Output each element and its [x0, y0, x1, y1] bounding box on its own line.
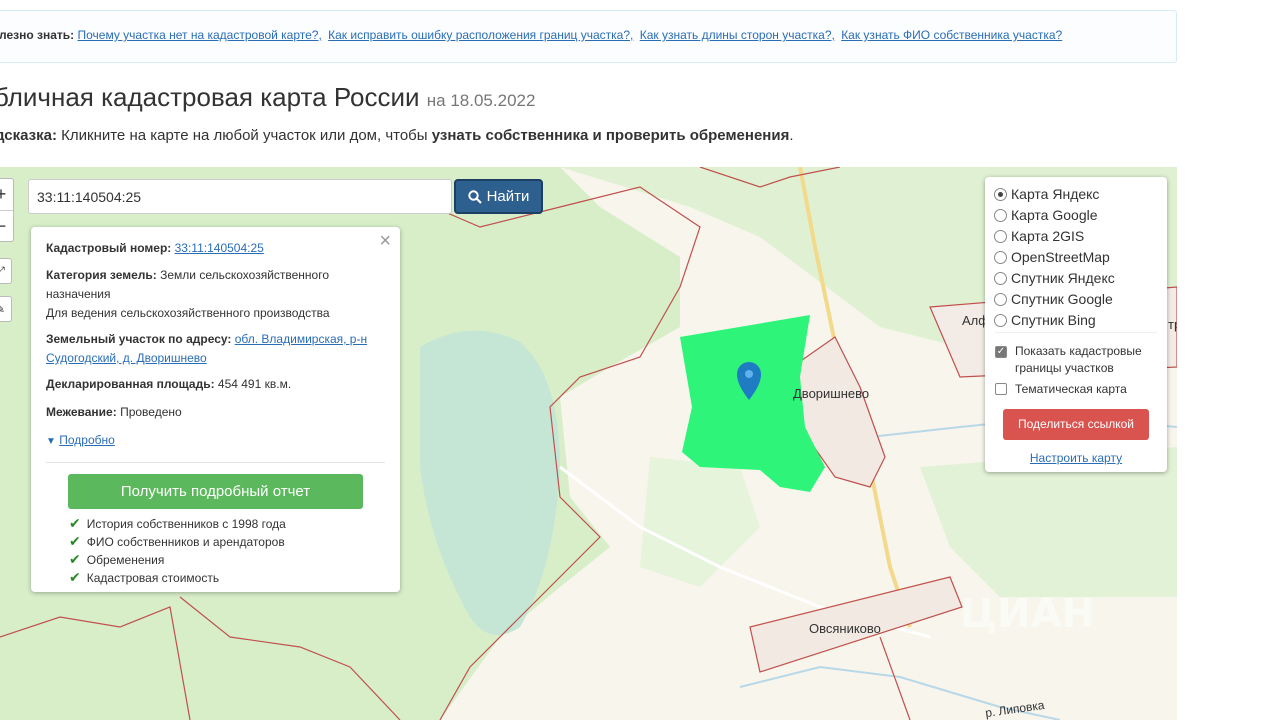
feature-item: ✔ Обременения	[69, 551, 164, 568]
info-link-fix-borders[interactable]: Как исправить ошибку расположения границ…	[328, 28, 633, 42]
layer-label: Карта 2GIS	[1011, 228, 1085, 244]
cadastral-search-input[interactable]	[28, 179, 452, 214]
layer-option-google-satellite[interactable]: Спутник Google	[994, 291, 1113, 307]
expand-icon: ⤢	[0, 264, 5, 278]
search-icon	[467, 189, 482, 204]
layer-label: Спутник Яндекс	[1011, 270, 1115, 286]
feature-item: ✔ ФИО собственников и арендаторов	[69, 533, 285, 550]
layer-label: Карта Яндекс	[1011, 186, 1100, 202]
feature-text: Обременения	[86, 552, 165, 567]
show-borders-option[interactable]: ✓ Показать кадастровые границы участков	[995, 343, 1155, 377]
feature-item: ✔ Кадастровая стоимость	[69, 569, 219, 586]
zoom-out-button[interactable]: −	[0, 210, 13, 241]
map-label-dvorishnevo: Дворишнево	[793, 386, 870, 401]
layer-label: Спутник Google	[1011, 291, 1113, 307]
checkmark-icon: ✔	[69, 551, 81, 567]
info-link-owner-name[interactable]: Как узнать ФИО собственника участка?	[841, 28, 1062, 42]
layers-divider	[995, 332, 1157, 333]
layer-label: OpenStreetMap	[1011, 249, 1110, 265]
radio-icon[interactable]	[994, 250, 1007, 264]
feature-text: Кадастровая стоимость	[86, 570, 220, 585]
radio-icon[interactable]	[994, 229, 1007, 243]
checkmark-icon: ✔	[69, 569, 81, 585]
radio-icon[interactable]	[994, 271, 1007, 285]
cadastral-number-row: Кадастровый номер: 33:11:140504:25	[46, 239, 386, 258]
area-value: 454 491 кв.м.	[217, 377, 292, 391]
checkbox-icon[interactable]	[995, 383, 1007, 395]
layer-label: Спутник Bing	[1011, 312, 1096, 328]
map-label-edge: тр	[1168, 317, 1177, 332]
checkmark-icon: ✔	[69, 533, 81, 549]
layer-option-google-map[interactable]: Карта Google	[994, 207, 1098, 223]
hint-label: одсказка:	[0, 127, 57, 144]
details-link[interactable]: Подробно	[59, 433, 115, 447]
zoom-in-button[interactable]: +	[0, 179, 13, 210]
watermark-text: ЦИАН	[960, 591, 1095, 637]
survey-value: Проведено	[120, 405, 182, 419]
checkbox-checked-icon[interactable]: ✓	[995, 346, 1007, 358]
useful-info-bar: лезно знать: Почему участка нет на кадас…	[0, 10, 1177, 63]
area-row: Декларированная площадь: 454 491 кв.м.	[46, 375, 386, 394]
hint-bold: узнать собственника и проверить обремене…	[431, 127, 790, 144]
hint-text: одсказка: Кликните на карте на любой уча…	[0, 127, 794, 144]
caret-down-icon: ▼	[46, 436, 56, 447]
zoom-control: + −	[0, 178, 14, 242]
survey-label: Межевание:	[46, 405, 117, 419]
get-report-button[interactable]: Получить подробный отчет	[68, 474, 363, 509]
page-title-text: бличная кадастровая карта России	[0, 82, 420, 112]
layer-option-yandex-map[interactable]: Карта Яндекс	[994, 186, 1099, 202]
popup-divider	[46, 462, 385, 463]
layer-option-bing-satellite[interactable]: Спутник Bing	[994, 312, 1096, 328]
land-category-label: Категория земель:	[46, 268, 157, 282]
search-button-label: Найти	[486, 188, 530, 205]
cadastral-number-link[interactable]: 33:11:140504:25	[175, 241, 264, 255]
cadastral-number-label: Кадастровый номер:	[46, 241, 172, 255]
checkmark-icon: ✔	[69, 515, 81, 531]
parcel-info-popup: × Кадастровый номер: 33:11:140504:25 Кат…	[31, 227, 400, 592]
show-borders-label: Показать кадастровые границы участков	[1015, 344, 1142, 375]
measure-button[interactable]: ✎	[0, 296, 12, 322]
thematic-map-label: Тематическая карта	[1015, 382, 1127, 396]
feature-text: ФИО собственников и арендаторов	[86, 534, 285, 549]
page-title: бличная кадастровая карта России на 18.0…	[0, 82, 535, 113]
search-button[interactable]: Найти	[454, 179, 543, 214]
map-layers-panel: Карта Яндекс Карта Google Карта 2GIS Ope…	[985, 177, 1167, 472]
land-use-value: Для ведения сельскохозяйственного произв…	[46, 306, 330, 320]
configure-map-link[interactable]: Настроить карту	[1030, 451, 1122, 465]
address-label: Земельный участок по адресу:	[46, 332, 232, 346]
radio-icon[interactable]	[994, 292, 1007, 306]
details-toggle[interactable]: ▼ Подробно	[46, 431, 386, 451]
layer-label: Карта Google	[1011, 207, 1098, 223]
feature-item: ✔ История собственников с 1998 года	[69, 515, 286, 532]
feature-text: История собственников с 1998 года	[86, 516, 286, 531]
hint-body: Кликните на карте на любой участок или д…	[61, 127, 428, 144]
fullscreen-button[interactable]: ⤢	[0, 258, 12, 284]
area-label: Декларированная площадь:	[46, 377, 215, 391]
land-category-row: Категория земель: Земли сельскохозяйстве…	[46, 266, 386, 323]
layer-option-osm[interactable]: OpenStreetMap	[994, 249, 1110, 265]
page-title-date: на 18.05.2022	[426, 91, 536, 110]
thematic-map-option[interactable]: Тематическая карта	[995, 381, 1127, 398]
survey-row: Межевание: Проведено	[46, 403, 386, 422]
address-row: Земельный участок по адресу: обл. Владим…	[46, 330, 386, 368]
info-prefix: лезно знать:	[0, 28, 75, 42]
ruler-icon: ✎	[0, 302, 5, 316]
info-link-side-lengths[interactable]: Как узнать длины сторон участка?,	[640, 28, 835, 42]
map-label-ovsyanikovo: Овсяниково	[809, 621, 881, 636]
hint-end: .	[789, 127, 794, 144]
layer-option-yandex-satellite[interactable]: Спутник Яндекс	[994, 270, 1115, 286]
share-link-button[interactable]: Поделиться ссылкой	[1003, 409, 1149, 440]
radio-icon[interactable]	[994, 313, 1007, 327]
configure-map-row: Настроить карту	[985, 451, 1167, 465]
radio-selected-icon[interactable]	[994, 187, 1007, 201]
radio-icon[interactable]	[994, 208, 1007, 222]
info-link-missing-parcel[interactable]: Почему участка нет на кадастровой карте?…	[78, 28, 322, 42]
layer-option-2gis-map[interactable]: Карта 2GIS	[994, 228, 1084, 244]
